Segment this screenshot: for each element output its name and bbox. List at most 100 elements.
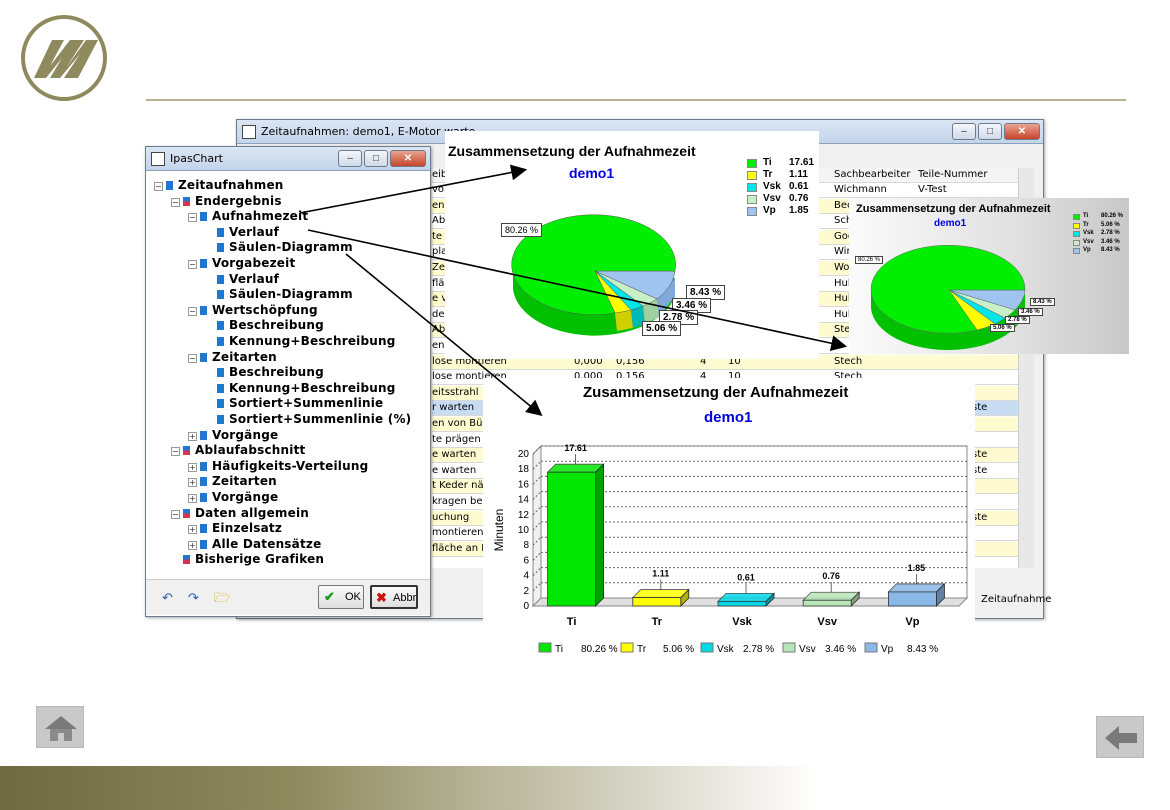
open-folder-icon[interactable]: 🗁: [214, 589, 230, 611]
tree-item[interactable]: − Aufnahmezeit: [188, 208, 308, 224]
y-tick-label: 0: [523, 601, 529, 612]
y-tick-label: 2: [523, 586, 529, 597]
ipaschart-footer: ↶ ↷ 🗁 ✔ OK ✖ Abbr: [146, 579, 430, 615]
tree-item[interactable]: Sortiert+Summenlinie: [205, 395, 383, 411]
table-cell: Wo: [834, 262, 850, 273]
close-button[interactable]: ✕: [1004, 123, 1040, 140]
tree-item[interactable]: − Vorgabezeit: [188, 255, 295, 271]
legend-key: Vp: [763, 205, 776, 216]
ipaschart-titlebar: IpasChart – □ ✕: [146, 147, 430, 171]
expand-toggle-icon[interactable]: −: [171, 509, 180, 519]
legend-value: 8.43 %: [1101, 247, 1120, 253]
legend-swatch: [1073, 222, 1080, 229]
node-icon: [183, 446, 190, 456]
tree-item[interactable]: + Vorgänge: [188, 489, 278, 505]
tree-item-label: Sortiert+Summenlinie (%): [229, 412, 412, 426]
ipaschart-window: IpasChart – □ ✕ − Zeitaufnahmen − Endergebn…: [145, 146, 431, 617]
tree-item-label: Kennung+Beschreibung: [229, 380, 396, 395]
back-button[interactable]: [1096, 716, 1144, 758]
table-cell: Stech: [834, 355, 863, 367]
ipaschart-maximize-button[interactable]: □: [364, 150, 388, 167]
expand-toggle-icon[interactable]: −: [188, 260, 197, 269]
pie-small-label-vp: 8.43 %: [1030, 298, 1055, 306]
pie-chart-small-panel: Zusammensetzung der Aufnahmezeit demo1 8…: [849, 198, 1129, 354]
cancel-button[interactable]: ✖ Abbr: [370, 585, 418, 609]
company-logo: [21, 15, 107, 101]
tree-item[interactable]: + Alle Datensätze: [188, 536, 321, 552]
redo-icon[interactable]: ↷: [188, 590, 199, 606]
tree-item[interactable]: − Wertschöpfung: [188, 302, 318, 318]
status-tab[interactable]: Zeitaufnahme: [981, 594, 1051, 605]
tree-item[interactable]: − Zeitaufnahmen: [154, 177, 284, 193]
tree-item-label: Vorgabezeit: [212, 256, 296, 270]
tree-item[interactable]: Verlauf: [205, 224, 279, 240]
maximize-button[interactable]: □: [978, 123, 1002, 140]
tree-item[interactable]: + Zeitarten: [188, 473, 277, 489]
expand-toggle-icon[interactable]: +: [188, 478, 197, 488]
expand-toggle-icon[interactable]: −: [154, 182, 163, 191]
undo-icon[interactable]: ↶: [162, 590, 173, 606]
tree-item[interactable]: Kennung+Beschreibung: [205, 380, 396, 396]
expand-toggle-icon[interactable]: −: [188, 353, 197, 363]
tree-item[interactable]: Kennung+Beschreibung: [205, 333, 396, 349]
ipaschart-minimize-button[interactable]: –: [338, 150, 362, 167]
legend-key: Tr: [637, 644, 647, 655]
expand-toggle-icon[interactable]: −: [171, 197, 180, 207]
expand-toggle-icon[interactable]: +: [188, 494, 197, 503]
tree-item[interactable]: − Daten allgemein: [171, 505, 309, 521]
y-tick-label: 18: [518, 464, 530, 475]
node-icon: [183, 555, 190, 565]
expand-toggle-icon[interactable]: −: [188, 306, 197, 316]
header-divider: [146, 99, 1126, 101]
tree-item[interactable]: − Zeitarten: [188, 349, 277, 365]
tree-item[interactable]: Sortiert+Summenlinie (%): [205, 411, 411, 427]
bar-chart-panel: Zusammensetzung der Aufnahmezeit demo1 0…: [483, 378, 975, 658]
node-icon: [217, 321, 224, 331]
pie-side-tr: [615, 310, 633, 331]
legend-pct: 80.26 %: [581, 644, 618, 655]
tree-item[interactable]: + Einzelsatz: [188, 520, 282, 536]
legend-pct: 5.06 %: [663, 644, 694, 655]
legend-value: 1.11: [789, 169, 808, 180]
tree-item[interactable]: − Endergebnis: [171, 193, 282, 209]
tree-item[interactable]: Säulen-Diagramm: [205, 286, 353, 302]
legend-swatch: [700, 642, 714, 653]
legend-value: 2.78 %: [1101, 230, 1120, 236]
header-sachbearbeiter[interactable]: Sachbearbeiter: [834, 169, 911, 180]
check-icon: ✔: [324, 589, 335, 604]
legend-swatch: [747, 195, 757, 204]
expand-toggle-icon[interactable]: +: [188, 431, 197, 441]
tree-item[interactable]: Säulen-Diagramm: [205, 239, 353, 255]
header-teile-nummer[interactable]: Teile-Nummer: [918, 169, 987, 180]
expand-toggle-icon[interactable]: +: [188, 525, 197, 535]
ok-button[interactable]: ✔ OK: [318, 585, 364, 609]
tree-item[interactable]: + Häufigkeits-Verteilung: [188, 458, 368, 474]
legend-key: Vp: [881, 644, 894, 655]
legend-key: Vsv: [763, 193, 781, 204]
node-icon: [217, 274, 224, 284]
expand-toggle-icon[interactable]: +: [188, 540, 197, 550]
tree-item-label: Verlauf: [229, 224, 280, 239]
tree-item[interactable]: Beschreibung: [205, 317, 324, 333]
table-cell: Ze: [432, 262, 446, 273]
expand-toggle-icon[interactable]: −: [171, 447, 180, 457]
minimize-button[interactable]: –: [952, 123, 976, 140]
home-button[interactable]: [36, 706, 84, 748]
node-icon: [217, 243, 224, 253]
tree-item[interactable]: Beschreibung: [205, 364, 324, 380]
legend-swatch: [782, 642, 796, 653]
y-tick-label: 16: [518, 479, 530, 490]
ipaschart-close-button[interactable]: ✕: [390, 150, 426, 167]
legend-key: Vsk: [717, 644, 735, 655]
tree-item[interactable]: Bisherige Grafiken: [171, 551, 324, 567]
tree-item[interactable]: − Ablaufabschnitt: [171, 442, 305, 458]
expand-toggle-icon[interactable]: −: [188, 213, 197, 223]
data-label: 0.76: [822, 571, 840, 581]
expand-toggle-icon[interactable]: +: [188, 462, 197, 472]
bar: [632, 597, 682, 607]
tree-item[interactable]: + Vorgänge: [188, 427, 278, 443]
tree-item[interactable]: Verlauf: [205, 271, 279, 287]
footer-bar: [0, 766, 1170, 810]
back-arrow-icon: [1105, 726, 1137, 750]
tree-item-label: Zeitaufnahmen: [178, 178, 284, 192]
